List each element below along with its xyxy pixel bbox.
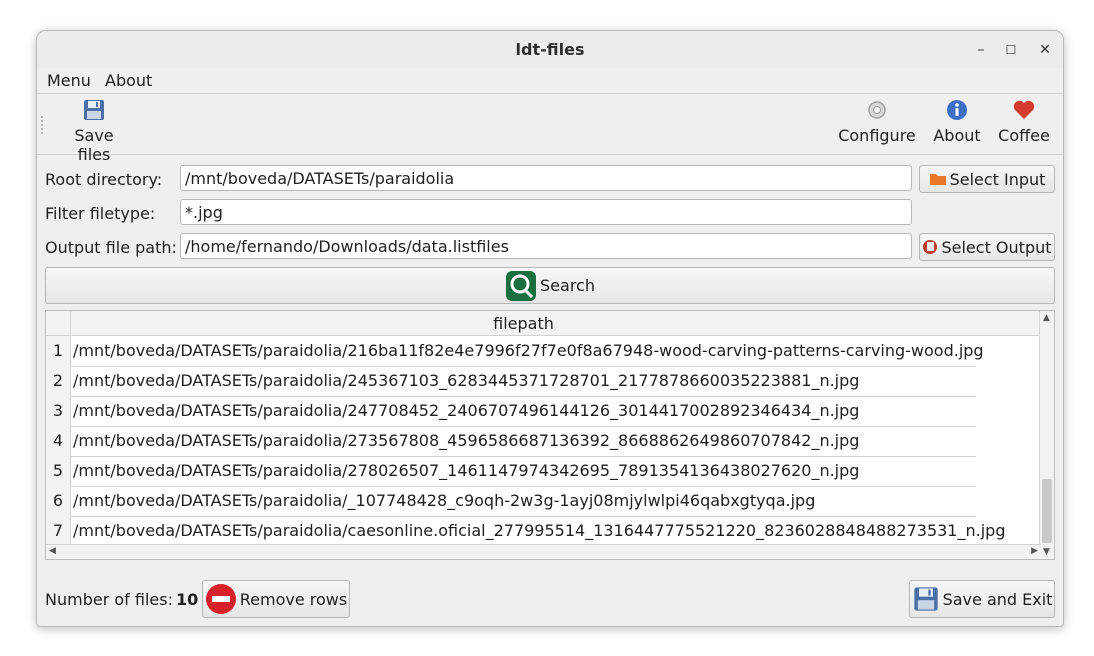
root-directory-label: Root directory: bbox=[45, 170, 163, 189]
save-and-exit-button[interactable]: Save and Exit bbox=[909, 580, 1055, 618]
coffee-button[interactable]: Coffee bbox=[995, 98, 1053, 145]
floppy-disk-icon bbox=[913, 587, 938, 611]
about-button[interactable]: About bbox=[931, 98, 983, 145]
select-output-button[interactable]: Select Output bbox=[919, 233, 1055, 261]
filepath-cell[interactable]: /mnt/boveda/DATASETs/paraidolia/_1077484… bbox=[73, 486, 815, 516]
row-number[interactable]: 2 bbox=[46, 366, 71, 396]
save-files-button[interactable]: Save files bbox=[57, 98, 131, 164]
file-count-label: Number of files: bbox=[45, 590, 173, 609]
configure-button[interactable]: Configure bbox=[837, 98, 917, 145]
table-header: filepath bbox=[46, 311, 1041, 336]
heart-icon bbox=[1013, 100, 1035, 119]
select-output-label: Select Output bbox=[941, 237, 1052, 257]
folder-icon bbox=[929, 174, 946, 185]
table-row[interactable]: 7/mnt/boveda/DATASETs/paraidolia/caesonl… bbox=[46, 516, 1005, 547]
scroll-right-icon[interactable]: ▶ bbox=[1031, 546, 1038, 556]
save-files-label: Save files bbox=[74, 126, 114, 164]
scrollbar-thumb[interactable] bbox=[1042, 479, 1052, 543]
about-label: About bbox=[933, 126, 981, 145]
filepath-cell[interactable]: /mnt/boveda/DATASETs/paraidolia/24536710… bbox=[73, 366, 859, 396]
save-and-exit-label: Save and Exit bbox=[942, 589, 1053, 609]
remove-rows-label: Remove rows bbox=[239, 589, 348, 609]
table-row[interactable]: 5/mnt/boveda/DATASETs/paraidolia/2780265… bbox=[46, 456, 976, 487]
table-corner[interactable] bbox=[46, 311, 71, 335]
filepath-cell[interactable]: /mnt/boveda/DATASETs/paraidolia/27802650… bbox=[73, 456, 859, 486]
window-title: ldt-files bbox=[515, 40, 585, 59]
search-label: Search bbox=[540, 276, 595, 295]
row-number[interactable]: 1 bbox=[46, 336, 71, 366]
search-icon bbox=[506, 270, 537, 301]
vertical-scrollbar[interactable]: ▲ ▼ bbox=[1039, 311, 1054, 559]
filepath-cell[interactable]: /mnt/boveda/DATASETs/paraidolia/caesonli… bbox=[73, 516, 1005, 546]
select-input-button[interactable]: Select Input bbox=[919, 165, 1055, 193]
app-window: ldt-files – ☐ ✕ Menu About Save files Co… bbox=[36, 30, 1064, 627]
menu-menu[interactable]: Menu bbox=[47, 71, 91, 90]
floppy-disk-icon bbox=[84, 100, 104, 120]
output-path-input[interactable]: /home/fernando/Downloads/data.listfiles bbox=[180, 233, 912, 259]
gear-icon bbox=[868, 101, 886, 119]
filter-filetype-input[interactable]: *.jpg bbox=[180, 199, 912, 225]
maximize-button[interactable]: ☐ bbox=[1000, 39, 1022, 61]
close-button[interactable]: ✕ bbox=[1034, 39, 1056, 61]
scroll-down-icon[interactable]: ▼ bbox=[1043, 547, 1050, 557]
row-number[interactable]: 4 bbox=[46, 426, 71, 456]
table-row[interactable]: 6/mnt/boveda/DATASETs/paraidolia/_107748… bbox=[46, 486, 976, 517]
scroll-left-icon[interactable]: ◀ bbox=[49, 546, 56, 556]
files-table[interactable]: filepath 1/mnt/boveda/DATASETs/paraidoli… bbox=[45, 310, 1055, 560]
remove-rows-button[interactable]: Remove rows bbox=[202, 580, 350, 618]
column-header-filepath[interactable]: filepath bbox=[70, 314, 977, 333]
row-number[interactable]: 7 bbox=[46, 516, 71, 546]
row-number[interactable]: 5 bbox=[46, 456, 71, 486]
table-row[interactable]: 2/mnt/boveda/DATASETs/paraidolia/2453671… bbox=[46, 366, 976, 397]
row-number[interactable]: 3 bbox=[46, 396, 71, 426]
filepath-cell[interactable]: /mnt/boveda/DATASETs/paraidolia/24770845… bbox=[73, 396, 859, 426]
table-row[interactable]: 1/mnt/boveda/DATASETs/paraidolia/216ba11… bbox=[46, 336, 984, 367]
filepath-cell[interactable]: /mnt/boveda/DATASETs/paraidolia/27356780… bbox=[73, 426, 859, 456]
scroll-up-icon[interactable]: ▲ bbox=[1043, 313, 1050, 323]
search-button[interactable]: Search bbox=[45, 267, 1055, 304]
remove-icon bbox=[205, 584, 236, 614]
select-input-label: Select Input bbox=[949, 169, 1046, 189]
document-icon bbox=[923, 240, 938, 254]
filter-filetype-label: Filter filetype: bbox=[45, 204, 156, 223]
table-row[interactable]: 4/mnt/boveda/DATASETs/paraidolia/2735678… bbox=[46, 426, 976, 457]
coffee-label: Coffee bbox=[998, 126, 1050, 145]
configure-label: Configure bbox=[838, 126, 916, 145]
toolbar-grip[interactable] bbox=[41, 116, 46, 134]
root-directory-input[interactable]: /mnt/boveda/DATASETs/paraidolia bbox=[180, 165, 912, 191]
row-number[interactable]: 6 bbox=[46, 486, 71, 516]
minimize-button[interactable]: – bbox=[970, 39, 992, 61]
file-count-value: 10 bbox=[176, 590, 199, 609]
filepath-cell[interactable]: /mnt/boveda/DATASETs/paraidolia/216ba11f… bbox=[73, 336, 984, 366]
table-row[interactable]: 3/mnt/boveda/DATASETs/paraidolia/2477084… bbox=[46, 396, 976, 427]
menu-bar: Menu About bbox=[37, 68, 1063, 94]
output-path-label: Output file path: bbox=[45, 238, 177, 257]
horizontal-scrollbar[interactable]: ◀ ▶ bbox=[46, 544, 1041, 559]
title-bar: ldt-files – ☐ ✕ bbox=[37, 31, 1063, 69]
info-icon bbox=[947, 100, 967, 120]
toolbar: Save files Configure About Coffee bbox=[37, 94, 1063, 164]
menu-about[interactable]: About bbox=[105, 71, 152, 90]
